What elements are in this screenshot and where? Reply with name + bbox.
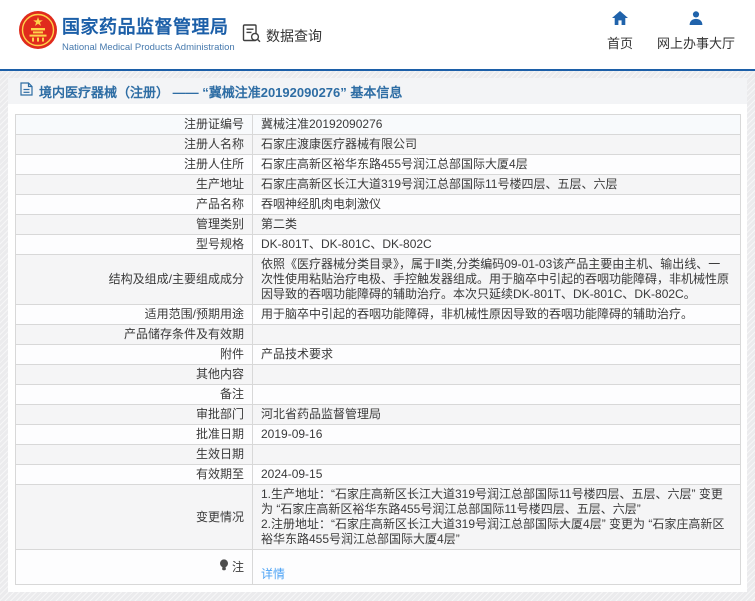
row-value: 河北省药品监督管理局 <box>253 405 741 425</box>
row-label: 生产地址 <box>16 175 253 195</box>
home-icon <box>612 11 628 30</box>
row-label: 注 <box>16 550 253 585</box>
row-value: 石家庄高新区裕华东路455号润江总部国际大厦4层 <box>253 155 741 175</box>
table-row: 变更情况 1.生产地址：“石家庄高新区长江大道319号润江总部国际11号楼四层、… <box>16 485 741 550</box>
document-icon <box>20 82 33 101</box>
row-value <box>253 365 741 385</box>
row-label: 产品名称 <box>16 195 253 215</box>
table-row: 批准日期 2019-09-16 <box>16 425 741 445</box>
row-label: 注册人住所 <box>16 155 253 175</box>
row-value: DK-801T、DK-801C、DK-802C <box>253 235 741 255</box>
table-row-note: 注 详情 <box>16 550 741 585</box>
table-row: 生产地址 石家庄高新区长江大道319号润江总部国际11号楼四层、五层、六层 <box>16 175 741 195</box>
person-icon <box>689 11 703 30</box>
table-row: 其他内容 <box>16 365 741 385</box>
row-value: 依照《医疗器械分类目录》，属于Ⅱ类,分类编码09-01-03该产品主要由主机、输… <box>253 255 741 305</box>
row-label: 型号规格 <box>16 235 253 255</box>
brand-block: 国家药品监督管理局 National Medical Products Admi… <box>62 13 235 53</box>
org-name-en: National Medical Products Administration <box>62 42 235 53</box>
row-label: 产品储存条件及有效期 <box>16 325 253 345</box>
table-row: 产品名称 吞咽神经肌肉电刺激仪 <box>16 195 741 215</box>
row-label: 其他内容 <box>16 365 253 385</box>
row-label: 注册人名称 <box>16 135 253 155</box>
row-label: 结构及组成/主要组成成分 <box>16 255 253 305</box>
site-header: 国家药品监督管理局 National Medical Products Admi… <box>0 0 755 71</box>
detail-link[interactable]: 详情 <box>261 567 285 581</box>
table-row: 有效期至 2024-09-15 <box>16 465 741 485</box>
row-value: 1.生产地址：“石家庄高新区长江大道319号润江总部国际11号楼四层、五层、六层… <box>253 485 741 550</box>
row-value <box>253 385 741 405</box>
row-value: 吞咽神经肌肉电刺激仪 <box>253 195 741 215</box>
table-row: 适用范围/预期用途 用于脑卒中引起的吞咽功能障碍，非机械性原因导致的吞咽功能障碍… <box>16 305 741 325</box>
bulb-icon <box>219 559 229 575</box>
row-label: 生效日期 <box>16 445 253 465</box>
row-value: 2019-09-16 <box>253 425 741 445</box>
row-value: 第二类 <box>253 215 741 235</box>
header-nav: 首页 网上办事大厅 <box>607 11 735 52</box>
row-label: 注册证编号 <box>16 115 253 135</box>
org-name-cn: 国家药品监督管理局 <box>62 13 235 39</box>
row-label: 有效期至 <box>16 465 253 485</box>
row-label: 适用范围/预期用途 <box>16 305 253 325</box>
row-label: 管理类别 <box>16 215 253 235</box>
row-value: 石家庄渡康医疗器械有限公司 <box>253 135 741 155</box>
document-search-icon <box>241 23 262 49</box>
nav-service-hall[interactable]: 网上办事大厅 <box>657 11 735 52</box>
row-value: 石家庄高新区长江大道319号润江总部国际11号楼四层、五层、六层 <box>253 175 741 195</box>
nav-home[interactable]: 首页 <box>607 11 633 52</box>
row-value: 冀械注准20192090276 <box>253 115 741 135</box>
table-row: 型号规格 DK-801T、DK-801C、DK-802C <box>16 235 741 255</box>
table-row: 产品储存条件及有效期 <box>16 325 741 345</box>
row-value: 用于脑卒中引起的吞咽功能障碍，非机械性原因导致的吞咽功能障碍的辅助治疗。 <box>253 305 741 325</box>
row-label: 审批部门 <box>16 405 253 425</box>
row-label: 变更情况 <box>16 485 253 550</box>
table-row: 注册证编号 冀械注准20192090276 <box>16 115 741 135</box>
nav-home-label: 首页 <box>607 33 633 52</box>
row-value <box>253 445 741 465</box>
nav-data-query[interactable]: 数据查询 <box>241 24 322 48</box>
table-row: 注册人住所 石家庄高新区裕华东路455号润江总部国际大厦4层 <box>16 155 741 175</box>
note-label-text: 注 <box>232 560 244 575</box>
row-label: 附件 <box>16 345 253 365</box>
table-row: 注册人名称 石家庄渡康医疗器械有限公司 <box>16 135 741 155</box>
table-row: 备注 <box>16 385 741 405</box>
national-emblem-logo[interactable] <box>18 10 58 50</box>
registration-info-table: 注册证编号 冀械注准20192090276 注册人名称 石家庄渡康医疗器械有限公… <box>15 114 741 585</box>
row-value <box>253 325 741 345</box>
row-value: 详情 <box>253 550 741 585</box>
row-value: 2024-09-15 <box>253 465 741 485</box>
content-card: 境内医疗器械（注册） —— “冀械注准20192090276” 基本信息 注册证… <box>8 78 747 592</box>
table-row: 附件 产品技术要求 <box>16 345 741 365</box>
nav-data-query-label: 数据查询 <box>266 26 322 46</box>
row-value: 产品技术要求 <box>253 345 741 365</box>
page-title-bar: 境内医疗器械（注册） —— “冀械注准20192090276” 基本信息 <box>8 78 747 104</box>
table-row: 生效日期 <box>16 445 741 465</box>
table-row: 审批部门 河北省药品监督管理局 <box>16 405 741 425</box>
table-row: 管理类别 第二类 <box>16 215 741 235</box>
table-row: 结构及组成/主要组成成分 依照《医疗器械分类目录》，属于Ⅱ类,分类编码09-01… <box>16 255 741 305</box>
row-label: 批准日期 <box>16 425 253 445</box>
national-emblem-icon <box>18 10 58 50</box>
page-title: 境内医疗器械（注册） —— “冀械注准20192090276” 基本信息 <box>39 82 402 101</box>
nav-service-hall-label: 网上办事大厅 <box>657 33 735 52</box>
row-label: 备注 <box>16 385 253 405</box>
